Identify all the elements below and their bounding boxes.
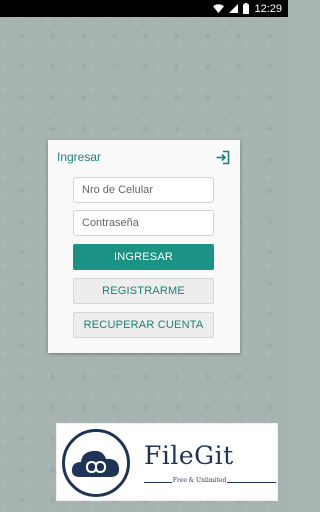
- wifi-icon: [213, 4, 225, 13]
- phone-input[interactable]: [73, 177, 214, 203]
- login-title: Ingresar: [57, 150, 102, 164]
- watermark-name: FileGit: [144, 441, 234, 470]
- login-card: Ingresar INGRESAR REGISTRARME RECUPERAR …: [48, 140, 240, 353]
- exit-icon[interactable]: [215, 150, 230, 165]
- login-card-header: Ingresar: [48, 140, 240, 174]
- register-button[interactable]: REGISTRARME: [73, 278, 214, 304]
- watermark-tagline: Free & Unlimited: [172, 477, 227, 484]
- status-bar: 12:29: [0, 0, 288, 17]
- signal-icon: [229, 4, 239, 13]
- password-input[interactable]: [73, 210, 214, 236]
- login-button[interactable]: INGRESAR: [73, 244, 214, 270]
- cloud-infinity-icon: [62, 429, 130, 497]
- recover-account-button[interactable]: RECUPERAR CUENTA: [73, 312, 214, 338]
- battery-icon: [243, 3, 250, 14]
- filegit-watermark: FileGit Free & Unlimited: [56, 423, 278, 501]
- status-time: 12:29: [254, 2, 282, 15]
